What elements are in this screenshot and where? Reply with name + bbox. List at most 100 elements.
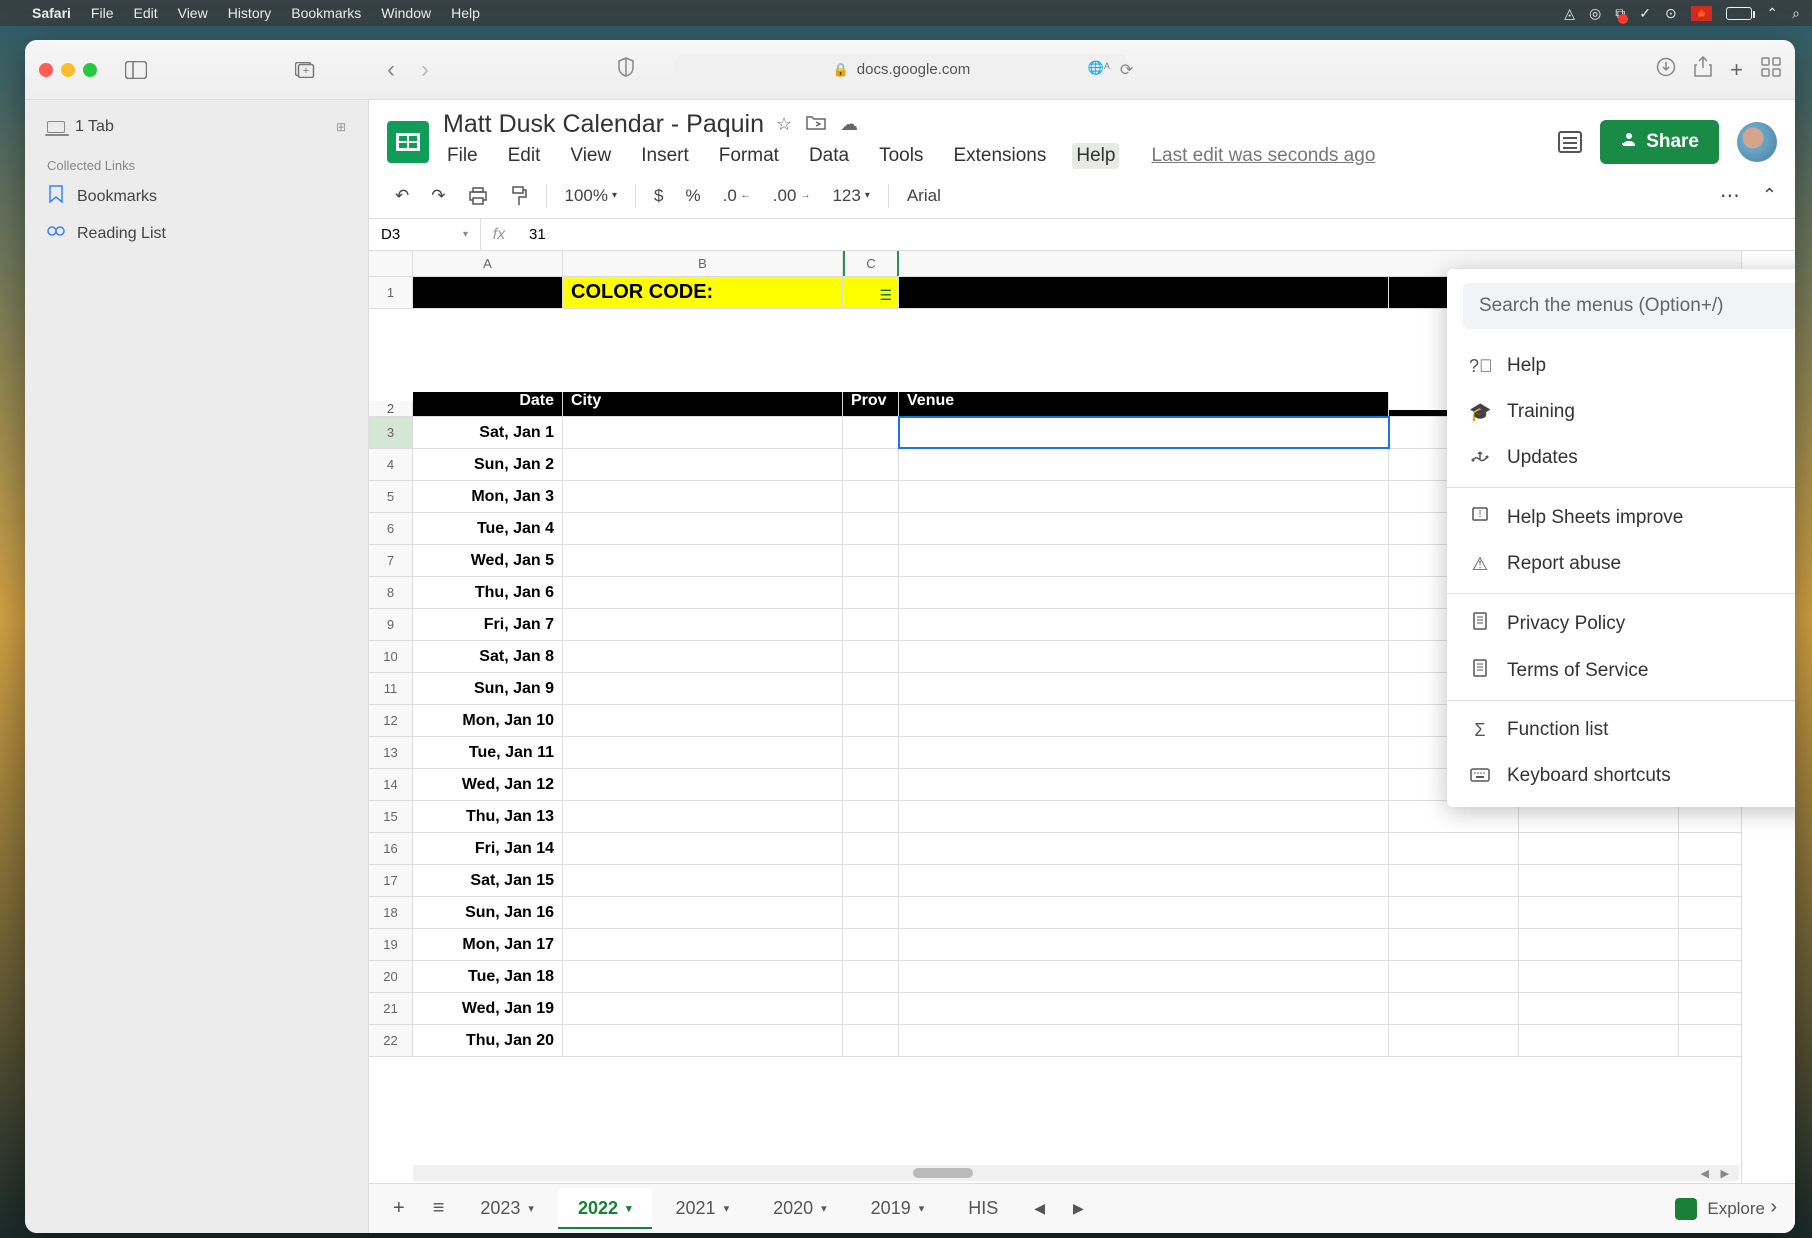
- row-header-9[interactable]: 9: [369, 609, 413, 640]
- row-header-16[interactable]: 16: [369, 833, 413, 864]
- tab-scroll-left-icon[interactable]: ◀: [1022, 1192, 1057, 1225]
- cell-F21[interactable]: [1519, 993, 1679, 1024]
- cell-B13[interactable]: [563, 737, 843, 768]
- cell-A2[interactable]: Date: [413, 392, 563, 416]
- row-header-14[interactable]: 14: [369, 769, 413, 800]
- percent-icon[interactable]: %: [677, 182, 708, 210]
- cell-D12[interactable]: [899, 705, 1389, 736]
- cell-C18[interactable]: [843, 897, 899, 928]
- menu-insert-sheets[interactable]: Insert: [637, 143, 693, 169]
- tab-2022[interactable]: 2022▾: [558, 1188, 652, 1229]
- window-maximize-button[interactable]: [83, 63, 97, 77]
- menu-file-sheets[interactable]: File: [443, 143, 482, 169]
- back-icon[interactable]: ‹: [379, 56, 403, 84]
- cell-A11[interactable]: Sun, Jan 9: [413, 673, 563, 704]
- cell-C14[interactable]: [843, 769, 899, 800]
- document-title[interactable]: Matt Dusk Calendar - Paquin: [443, 110, 764, 139]
- status-search-icon[interactable]: ⌕: [1792, 5, 1800, 22]
- help-item-improve[interactable]: !Help Sheets improve: [1447, 494, 1795, 541]
- cell-D15[interactable]: [899, 801, 1389, 832]
- row-header-18[interactable]: 18: [369, 897, 413, 928]
- forward-icon[interactable]: ›: [413, 56, 437, 84]
- cell-A20[interactable]: Tue, Jan 18: [413, 961, 563, 992]
- cell-C10[interactable]: [843, 641, 899, 672]
- cell-B9[interactable]: [563, 609, 843, 640]
- cell-D14[interactable]: [899, 769, 1389, 800]
- help-item-functions[interactable]: ΣFunction list: [1447, 707, 1795, 753]
- cell-D18[interactable]: [899, 897, 1389, 928]
- cell-A8[interactable]: Thu, Jan 6: [413, 577, 563, 608]
- currency-icon[interactable]: $: [646, 182, 671, 210]
- horizontal-scrollbar[interactable]: ◀ ▶: [413, 1165, 1739, 1181]
- cell-B19[interactable]: [563, 929, 843, 960]
- row-header-8[interactable]: 8: [369, 577, 413, 608]
- cell-A9[interactable]: Fri, Jan 7: [413, 609, 563, 640]
- col-header-B[interactable]: B: [563, 251, 843, 276]
- help-item-shortcuts[interactable]: Keyboard shortcuts⌘/: [1447, 753, 1795, 799]
- cell-C6[interactable]: [843, 513, 899, 544]
- cell-A22[interactable]: Thu, Jan 20: [413, 1025, 563, 1056]
- menu-tools-sheets[interactable]: Tools: [875, 143, 927, 169]
- new-tab-plus-button[interactable]: +: [291, 58, 319, 82]
- cell-D3[interactable]: [899, 417, 1389, 448]
- cell-B15[interactable]: [563, 801, 843, 832]
- cell-B14[interactable]: [563, 769, 843, 800]
- cell-E22[interactable]: [1389, 1025, 1519, 1056]
- cell-B12[interactable]: [563, 705, 843, 736]
- help-item-terms[interactable]: Terms of Service: [1447, 647, 1795, 694]
- menu-window[interactable]: Window: [381, 5, 431, 21]
- menu-edit[interactable]: Edit: [133, 5, 157, 21]
- sheets-logo-icon[interactable]: [387, 121, 429, 163]
- name-box[interactable]: D3▾: [369, 219, 481, 250]
- cell-B10[interactable]: [563, 641, 843, 672]
- reload-icon[interactable]: ⟳: [1120, 60, 1133, 80]
- star-icon[interactable]: ☆: [776, 114, 792, 135]
- cell-C17[interactable]: [843, 865, 899, 896]
- hide-sidepanel-icon[interactable]: ›: [1770, 1196, 1777, 1219]
- menu-help-sheets[interactable]: Help: [1072, 143, 1119, 169]
- status-wifi-icon[interactable]: ⌃: [1766, 5, 1778, 22]
- cell-B22[interactable]: [563, 1025, 843, 1056]
- cell-D16[interactable]: [899, 833, 1389, 864]
- cell-C22[interactable]: [843, 1025, 899, 1056]
- cell-A7[interactable]: Wed, Jan 5: [413, 545, 563, 576]
- cell-E18[interactable]: [1389, 897, 1519, 928]
- cell-B3[interactable]: [563, 417, 843, 448]
- sidebar-toggle-icon[interactable]: [121, 57, 151, 83]
- cell-C1[interactable]: ☰: [843, 277, 899, 308]
- cell-B5[interactable]: [563, 481, 843, 512]
- menu-view[interactable]: View: [178, 5, 208, 21]
- print-icon[interactable]: [460, 183, 496, 209]
- shield-icon[interactable]: [617, 57, 635, 82]
- address-bar[interactable]: 🔒 docs.google.com: [675, 54, 1128, 86]
- row-header-11[interactable]: 11: [369, 673, 413, 704]
- increase-decimal-icon[interactable]: .00→: [765, 182, 819, 210]
- number-format-select[interactable]: 123 ▾: [824, 182, 877, 210]
- cell-B1[interactable]: COLOR CODE:: [563, 277, 843, 308]
- col-header-A[interactable]: A: [413, 251, 563, 276]
- menu-file[interactable]: File: [91, 5, 114, 21]
- cell-E20[interactable]: [1389, 961, 1519, 992]
- user-avatar[interactable]: [1737, 122, 1777, 162]
- status-icon-play[interactable]: ⊙: [1665, 5, 1677, 22]
- cell-B6[interactable]: [563, 513, 843, 544]
- cell-C7[interactable]: [843, 545, 899, 576]
- select-all-cell[interactable]: [369, 251, 413, 276]
- menu-view-sheets[interactable]: View: [566, 143, 615, 169]
- bookmarks-row[interactable]: Bookmarks: [25, 177, 368, 216]
- add-sheet-icon[interactable]: +: [381, 1189, 417, 1228]
- comments-icon[interactable]: [1558, 131, 1582, 153]
- cell-A6[interactable]: Tue, Jan 4: [413, 513, 563, 544]
- toolbar-more-icon[interactable]: ⋯: [1720, 183, 1742, 208]
- share-button[interactable]: Share: [1600, 120, 1719, 164]
- app-name[interactable]: Safari: [32, 5, 71, 21]
- tab-2020[interactable]: 2020▾: [753, 1188, 847, 1229]
- cell-C8[interactable]: [843, 577, 899, 608]
- row-header-10[interactable]: 10: [369, 641, 413, 672]
- menu-bookmarks[interactable]: Bookmarks: [291, 5, 361, 21]
- cell-D5[interactable]: [899, 481, 1389, 512]
- downloads-icon[interactable]: [1656, 57, 1676, 82]
- cell-A10[interactable]: Sat, Jan 8: [413, 641, 563, 672]
- cell-A16[interactable]: Fri, Jan 14: [413, 833, 563, 864]
- tab-overview-icon[interactable]: [1761, 57, 1781, 82]
